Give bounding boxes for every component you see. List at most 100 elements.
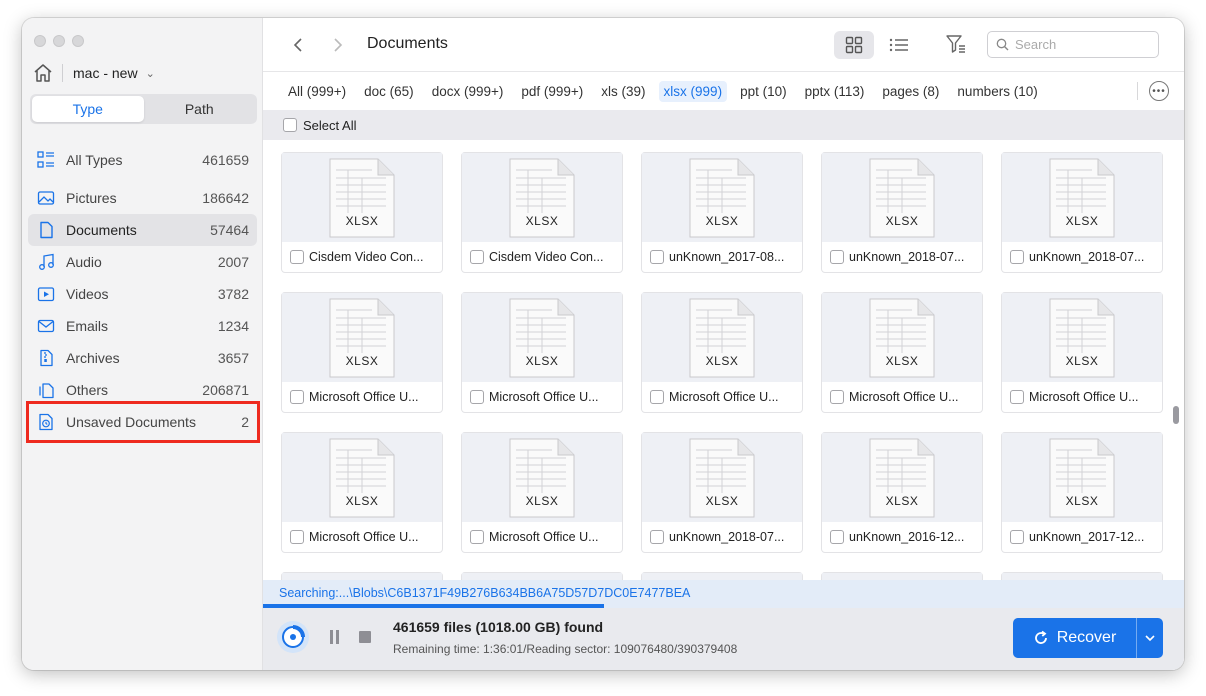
zoom-window-button[interactable] — [72, 35, 84, 47]
file-card[interactable]: XLSX unKnown_2016-12... — [821, 432, 983, 553]
file-card[interactable]: XLSX Cisdem Video Con... — [281, 152, 443, 273]
tab-pages[interactable]: pages (8) — [877, 81, 944, 102]
select-all-checkbox[interactable] — [283, 118, 297, 132]
sidebar-item-label: Documents — [66, 222, 137, 238]
file-card[interactable]: XLSX Microsoft Office U... — [461, 292, 623, 413]
minimize-window-button[interactable] — [53, 35, 65, 47]
tab-ppt[interactable]: ppt (10) — [735, 81, 792, 102]
file-thumbnail: XLSX — [462, 293, 622, 382]
tab-pdf[interactable]: pdf (999+) — [516, 81, 588, 102]
remaining-time-text: Remaining time: 1:36:01/Reading sector: … — [393, 642, 738, 656]
search-icon — [996, 38, 1009, 51]
spreadsheet-file-icon: XLSX — [328, 158, 396, 238]
list-view-button[interactable] — [884, 31, 914, 59]
file-checkbox[interactable] — [1010, 250, 1024, 264]
sidebar-item-count: 186642 — [202, 190, 249, 206]
file-card-partial[interactable] — [1001, 572, 1163, 580]
sidebar-item-audio[interactable]: Audio 2007 — [28, 246, 257, 278]
sidebar-item-pictures[interactable]: Pictures 186642 — [28, 182, 257, 214]
file-caption: Cisdem Video Con... — [470, 250, 618, 264]
file-card[interactable]: XLSX Cisdem Video Con... — [461, 152, 623, 273]
file-checkbox[interactable] — [470, 390, 484, 404]
home-icon[interactable] — [32, 62, 54, 84]
tab-xlsx[interactable]: xlsx (999) — [658, 80, 728, 102]
tab-docx[interactable]: docx (999+) — [427, 81, 509, 102]
file-checkbox[interactable] — [1010, 530, 1024, 544]
forward-button[interactable] — [327, 34, 347, 56]
tab-pptx[interactable]: pptx (113) — [800, 81, 870, 102]
select-all-label: Select All — [303, 117, 357, 133]
filter-icon[interactable] — [944, 32, 968, 56]
file-checkbox[interactable] — [470, 530, 484, 544]
file-card[interactable]: XLSX Microsoft Office U... — [281, 432, 443, 553]
file-checkbox[interactable] — [830, 390, 844, 404]
sidebar-item-all-types[interactable]: All Types 461659 — [28, 142, 257, 178]
more-options-icon[interactable]: ••• — [1149, 81, 1169, 101]
file-card-partial[interactable] — [461, 572, 623, 580]
device-selector[interactable]: mac - new ⌄ — [32, 62, 155, 84]
file-card[interactable]: XLSX unKnown_2018-07... — [641, 432, 803, 553]
file-caption: Microsoft Office U... — [470, 530, 618, 544]
documents-icon — [36, 220, 56, 240]
file-name: unKnown_2017-12... — [1029, 530, 1145, 544]
close-window-button[interactable] — [34, 35, 46, 47]
search-field[interactable] — [987, 31, 1159, 58]
sidebar-item-archives[interactable]: Archives 3657 — [28, 342, 257, 374]
file-checkbox[interactable] — [290, 250, 304, 264]
file-card-partial[interactable] — [641, 572, 803, 580]
file-checkbox[interactable] — [650, 250, 664, 264]
spreadsheet-file-icon: XLSX — [508, 438, 576, 518]
file-checkbox[interactable] — [650, 390, 664, 404]
vertical-scrollbar[interactable] — [1173, 406, 1179, 424]
tab-xls[interactable]: xls (39) — [596, 81, 650, 102]
file-checkbox[interactable] — [1010, 390, 1024, 404]
file-caption: Microsoft Office U... — [1010, 390, 1158, 404]
file-card[interactable]: XLSX unKnown_2017-12... — [1001, 432, 1163, 553]
emails-icon — [36, 316, 56, 336]
file-card[interactable]: XLSX unKnown_2018-07... — [1001, 152, 1163, 273]
file-card[interactable]: XLSX Microsoft Office U... — [641, 292, 803, 413]
file-card[interactable]: XLSX unKnown_2018-07... — [821, 152, 983, 273]
file-card[interactable]: XLSX Microsoft Office U... — [281, 292, 443, 413]
file-type-label: XLSX — [345, 353, 379, 368]
file-type-label: XLSX — [885, 353, 919, 368]
file-card[interactable]: XLSX unKnown_2017-08... — [641, 152, 803, 273]
sidebar-item-label: Audio — [66, 254, 102, 270]
searching-path-text: Searching:...\Blobs\C6B1371F49B276B634BB… — [279, 586, 691, 600]
file-card-partial[interactable] — [821, 572, 983, 580]
sidebar-item-count: 461659 — [202, 152, 249, 168]
recover-label: Recover — [1056, 629, 1117, 646]
file-card[interactable]: XLSX Microsoft Office U... — [461, 432, 623, 553]
search-input[interactable] — [1015, 37, 1145, 52]
file-checkbox[interactable] — [830, 530, 844, 544]
back-button[interactable] — [289, 34, 309, 56]
tab-all[interactable]: All (999+) — [283, 81, 351, 102]
sidebar: mac - new ⌄ Type Path All Types 461659 P… — [22, 18, 263, 670]
sidebar-item-emails[interactable]: Emails 1234 — [28, 310, 257, 342]
file-card-partial[interactable] — [281, 572, 443, 580]
file-checkbox[interactable] — [830, 250, 844, 264]
file-checkbox[interactable] — [650, 530, 664, 544]
segment-path[interactable]: Path — [144, 96, 256, 122]
tab-doc[interactable]: doc (65) — [359, 81, 419, 102]
sidebar-item-videos[interactable]: Videos 3782 — [28, 278, 257, 310]
file-checkbox[interactable] — [470, 250, 484, 264]
tab-numbers[interactable]: numbers (10) — [952, 81, 1042, 102]
file-checkbox[interactable] — [290, 530, 304, 544]
sidebar-item-documents[interactable]: Documents 57464 — [28, 214, 257, 246]
pause-button[interactable] — [329, 630, 341, 644]
file-card[interactable]: XLSX Microsoft Office U... — [1001, 292, 1163, 413]
recover-button[interactable]: Recover — [1013, 618, 1137, 658]
file-checkbox[interactable] — [290, 390, 304, 404]
recover-dropdown-button[interactable] — [1137, 618, 1163, 658]
file-thumbnail: XLSX — [642, 153, 802, 242]
grid-view-button[interactable] — [834, 31, 874, 59]
file-caption: Microsoft Office U... — [290, 530, 438, 544]
file-card[interactable]: XLSX Microsoft Office U... — [821, 292, 983, 413]
footer-bar: 461659 files (1018.00 GB) found Remainin… — [263, 608, 1184, 670]
file-name: Microsoft Office U... — [1029, 390, 1139, 404]
file-thumbnail: XLSX — [462, 153, 622, 242]
segment-type[interactable]: Type — [32, 96, 144, 122]
file-thumbnail: XLSX — [1002, 433, 1162, 522]
stop-button[interactable] — [359, 631, 371, 643]
